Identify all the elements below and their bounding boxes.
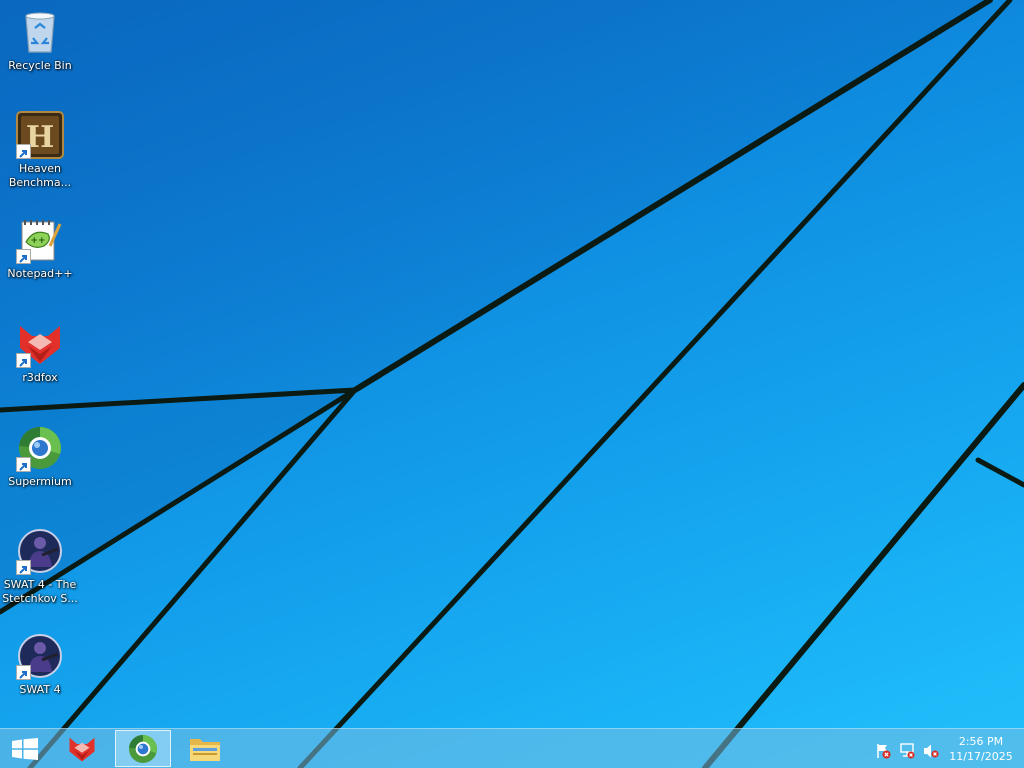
taskbar-file-explorer-button[interactable]	[180, 730, 230, 767]
recycle-bin-icon	[16, 8, 64, 56]
r3dfox-icon	[16, 320, 64, 368]
desktop-icon-label: Heaven Benchma...	[8, 162, 72, 189]
notepad-plus-plus-icon: ++	[16, 216, 64, 264]
taskbar-supermium-button[interactable]	[115, 730, 171, 767]
desktop[interactable]: Recycle Bin H Heaven Benchma... ++ Notep…	[0, 0, 1024, 768]
r3dfox-icon	[69, 737, 95, 762]
volume-muted-icon[interactable]	[923, 743, 939, 759]
desktop-icon-r3dfox[interactable]: r3dfox	[1, 320, 79, 385]
desktop-icon-label: Supermium	[8, 475, 72, 488]
supermium-icon	[129, 734, 157, 763]
desktop-icon-recycle-bin[interactable]: Recycle Bin	[1, 8, 79, 73]
desktop-icon-label: Recycle Bin	[8, 59, 72, 72]
desktop-icon-label: Notepad++	[7, 267, 73, 280]
desktop-icon-label: SWAT 4 - The Stetchkov S...	[2, 578, 78, 605]
supermium-icon	[16, 424, 64, 472]
start-button[interactable]	[0, 730, 50, 767]
desktop-icon-swat4-stetchkov[interactable]: SWAT 4 - The Stetchkov S...	[1, 527, 79, 606]
shortcut-arrow-icon	[16, 560, 31, 575]
shortcut-arrow-icon	[16, 353, 31, 368]
clock-date: 11/17/2025	[949, 750, 1013, 763]
shortcut-arrow-icon	[16, 457, 31, 472]
desktop-icon-label: r3dfox	[22, 371, 58, 384]
shortcut-arrow-icon	[16, 665, 31, 680]
svg-text:++: ++	[30, 236, 45, 246]
swat4-icon	[16, 632, 64, 680]
taskbar-clock[interactable]: 2:56 PM 11/17/2025	[945, 734, 1017, 764]
desktop-icon-swat4[interactable]: SWAT 4	[1, 632, 79, 697]
heaven-benchmark-icon: H	[16, 111, 64, 159]
desktop-icon-notepad-plus-plus[interactable]: ++ Notepad++	[1, 216, 79, 281]
network-icon[interactable]	[899, 743, 915, 759]
taskbar-r3dfox-button[interactable]	[57, 730, 107, 767]
windows-start-icon	[12, 738, 38, 760]
action-center-flag-icon[interactable]	[875, 743, 891, 759]
desktop-icon-supermium[interactable]: Supermium	[1, 424, 79, 489]
folder-icon	[190, 739, 220, 761]
desktop-icon-heaven-benchmark[interactable]: H Heaven Benchma...	[1, 111, 79, 190]
shortcut-arrow-icon	[16, 249, 31, 264]
taskbar: 2:56 PM 11/17/2025	[0, 728, 1024, 768]
desktop-icon-label: SWAT 4	[19, 683, 61, 696]
swat4-stetchkov-icon	[16, 527, 64, 575]
shortcut-arrow-icon	[16, 144, 31, 159]
clock-time: 2:56 PM	[958, 735, 1004, 748]
desktop-wallpaper	[0, 0, 1024, 768]
